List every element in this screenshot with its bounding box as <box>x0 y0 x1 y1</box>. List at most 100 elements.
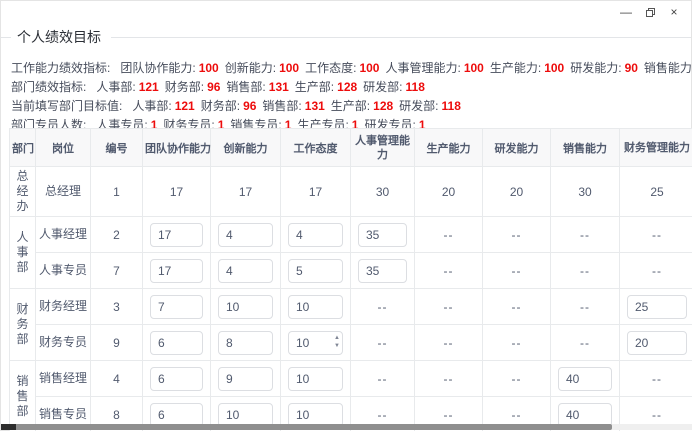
spinner-up-icon[interactable]: ▲ <box>334 334 340 342</box>
static-value: 30 <box>578 185 591 199</box>
goal-input-wrap <box>150 367 203 391</box>
static-value: 30 <box>376 185 389 199</box>
metric-value: 100 <box>199 61 219 75</box>
metric-value: 100 <box>544 61 564 75</box>
position-cell: 销售经理 <box>36 361 91 397</box>
goal-input[interactable] <box>358 259 407 283</box>
ability-cell: 30 <box>551 167 620 217</box>
dept-cell: 人事部 <box>10 217 36 289</box>
goal-input[interactable] <box>218 331 273 355</box>
goal-input-wrap <box>150 259 203 283</box>
goal-input[interactable] <box>150 367 203 391</box>
goal-input[interactable] <box>288 223 343 247</box>
goal-input-wrap <box>150 403 203 427</box>
metric-label: 研发部: <box>399 99 438 113</box>
column-header: 生产能力 <box>415 129 483 167</box>
metric-label: 团队协作能力: <box>120 61 195 75</box>
static-value: 17 <box>239 185 252 199</box>
metric-label: 生产部: <box>295 80 334 94</box>
goal-input-wrap <box>150 331 203 355</box>
goal-input[interactable] <box>288 259 343 283</box>
column-header: 研发能力 <box>483 129 551 167</box>
goal-input-wrap <box>558 367 612 391</box>
table-row: 总经办总经理11717173020203025 <box>10 167 692 217</box>
ability-cell: -- <box>551 217 620 253</box>
close-button[interactable]: × <box>665 3 683 21</box>
column-header: 团队协作能力 <box>143 129 211 167</box>
table-row: 人事专员7-------- <box>10 253 692 289</box>
horizontal-scrollbar[interactable] <box>1 424 692 430</box>
column-header: 部门 <box>10 129 36 167</box>
ability-cell <box>281 217 351 253</box>
ability-cell <box>351 253 415 289</box>
section-divider: 个人绩效目标 <box>1 1 691 47</box>
empty-value: -- <box>512 228 522 242</box>
table-row: 财务部财务经理3-------- <box>10 289 692 325</box>
ability-cell <box>143 289 211 325</box>
ability-cell <box>620 289 692 325</box>
performance-goal-dialog: { "window": { "title": "个人绩效目标", "contro… <box>0 0 692 431</box>
ability-cell <box>211 325 281 361</box>
empty-value: -- <box>652 228 662 242</box>
ability-cell <box>351 217 415 253</box>
ability-cell: ▲▼ <box>281 325 351 361</box>
empty-value: -- <box>580 228 590 242</box>
goal-input-wrap <box>288 367 343 391</box>
static-value: 17 <box>170 185 183 199</box>
goal-input[interactable] <box>288 295 343 319</box>
goal-input[interactable] <box>218 259 273 283</box>
empty-value: -- <box>512 264 522 278</box>
spinner-down-icon[interactable]: ▼ <box>334 342 340 350</box>
metric-value: 131 <box>269 80 289 94</box>
goal-input-wrap <box>150 223 203 247</box>
horizontal-scrollbar-thumb[interactable] <box>1 424 612 430</box>
column-header: 编号 <box>91 129 143 167</box>
goal-input[interactable] <box>358 223 407 247</box>
ability-cell <box>211 361 281 397</box>
ability-cell: -- <box>551 289 620 325</box>
empty-value: -- <box>444 228 454 242</box>
empty-value: -- <box>444 300 454 314</box>
number-spinner[interactable]: ▲▼ <box>334 334 340 350</box>
goal-input[interactable] <box>150 223 203 247</box>
metric-label: 人事管理能力: <box>385 61 460 75</box>
minimize-icon: — <box>620 5 632 19</box>
goal-input[interactable] <box>558 403 612 427</box>
metric-value: 118 <box>406 80 425 94</box>
ability-cell <box>620 325 692 361</box>
restore-button[interactable] <box>641 3 659 21</box>
goal-input[interactable] <box>218 295 273 319</box>
goal-input[interactable] <box>627 295 687 319</box>
metric-label: 生产能力: <box>490 61 541 75</box>
goal-input[interactable] <box>150 331 203 355</box>
goal-input[interactable] <box>288 403 343 427</box>
id-cell: 1 <box>91 167 143 217</box>
metric-line-prefix: 部门绩效指标: <box>11 80 86 94</box>
goal-input[interactable] <box>218 367 273 391</box>
goal-input-wrap <box>218 295 273 319</box>
empty-value: -- <box>444 336 454 350</box>
goal-input-wrap <box>288 259 343 283</box>
empty-value: -- <box>512 372 522 386</box>
minimize-button[interactable]: — <box>617 3 635 21</box>
metric-value: 131 <box>305 99 325 113</box>
metric-value: 128 <box>373 99 393 113</box>
metric-value: 121 <box>139 80 159 94</box>
goal-input-wrap <box>150 295 203 319</box>
goal-input[interactable] <box>150 403 203 427</box>
goal-input[interactable] <box>288 367 343 391</box>
goal-input[interactable] <box>218 403 273 427</box>
goal-input-wrap <box>558 403 612 427</box>
goal-input[interactable] <box>150 295 203 319</box>
goal-input[interactable] <box>627 331 687 355</box>
goal-input[interactable] <box>558 367 612 391</box>
empty-value: -- <box>652 372 662 386</box>
metric-value: 100 <box>359 61 379 75</box>
ability-cell: -- <box>483 325 551 361</box>
goal-input-wrap <box>288 223 343 247</box>
goal-input-wrap <box>218 331 273 355</box>
goal-input[interactable] <box>218 223 273 247</box>
empty-value: -- <box>580 336 590 350</box>
goal-input[interactable] <box>150 259 203 283</box>
empty-value: -- <box>444 372 454 386</box>
